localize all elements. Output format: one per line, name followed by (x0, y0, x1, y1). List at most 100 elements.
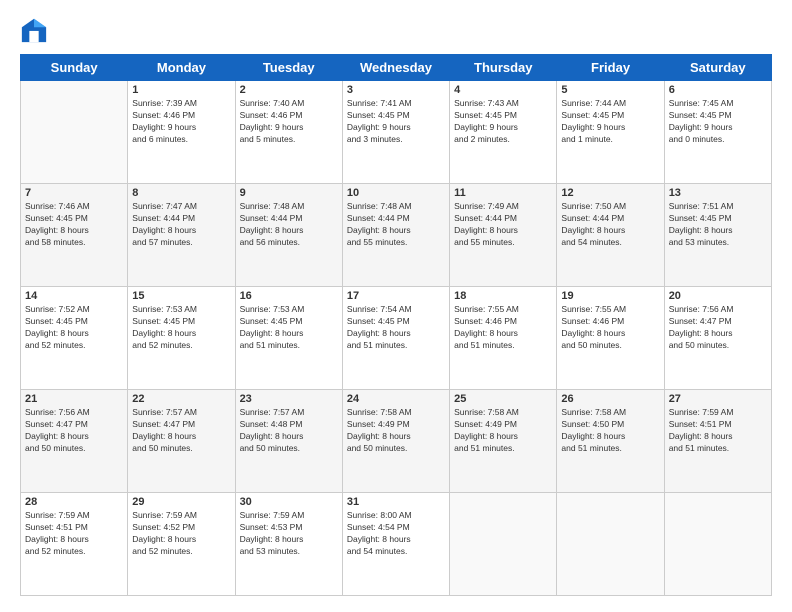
day-info: Sunrise: 7:56 AM Sunset: 4:47 PM Dayligh… (669, 304, 767, 352)
day-number: 1 (132, 84, 230, 96)
day-info: Sunrise: 8:00 AM Sunset: 4:54 PM Dayligh… (347, 510, 445, 558)
day-info: Sunrise: 7:41 AM Sunset: 4:45 PM Dayligh… (347, 98, 445, 146)
calendar-cell: 31 Sunrise: 8:00 AM Sunset: 4:54 PM Dayli… (342, 493, 449, 596)
calendar-table: SundayMondayTuesdayWednesdayThursdayFrid… (20, 54, 772, 596)
calendar-cell: 16Sunrise: 7:53 AM Sunset: 4:45 PM Dayli… (235, 287, 342, 390)
page: SundayMondayTuesdayWednesdayThursdayFrid… (0, 0, 792, 612)
day-info: Sunrise: 7:44 AM Sunset: 4:45 PM Dayligh… (561, 98, 659, 146)
calendar-cell: 29 Sunrise: 7:59 AM Sunset: 4:52 PM Dayli… (128, 493, 235, 596)
day-number: 22 (132, 393, 230, 405)
day-info: Sunrise: 7:59 AM Sunset: 4:51 PM Dayligh… (25, 510, 123, 558)
calendar-week-2: 7 Sunrise: 7:46 AM Sunset: 4:45 PM Daylig… (21, 184, 772, 287)
day-number: 15 (132, 290, 230, 302)
calendar-cell (21, 81, 128, 184)
calendar-cell: 20 Sunrise: 7:56 AM Sunset: 4:47 PM Dayli… (664, 287, 771, 390)
day-info: Sunrise: 7:39 AM Sunset: 4:46 PM Dayligh… (132, 98, 230, 146)
day-number: 27 (669, 393, 767, 405)
day-number: 2 (240, 84, 338, 96)
day-info: Sunrise: 7:51 AM Sunset: 4:45 PM Dayligh… (669, 201, 767, 249)
calendar-cell: 4Sunrise: 7:43 AM Sunset: 4:45 PM Daylig… (450, 81, 557, 184)
calendar-cell: 2 Sunrise: 7:40 AM Sunset: 4:46 PM Daylig… (235, 81, 342, 184)
calendar-cell: 18Sunrise: 7:55 AM Sunset: 4:46 PM Dayli… (450, 287, 557, 390)
day-info: Sunrise: 7:57 AM Sunset: 4:47 PM Dayligh… (132, 407, 230, 455)
calendar-cell: 15 Sunrise: 7:53 AM Sunset: 4:45 PM Dayli… (128, 287, 235, 390)
calendar-cell: 9 Sunrise: 7:48 AM Sunset: 4:44 PM Daylig… (235, 184, 342, 287)
calendar-cell: 13 Sunrise: 7:51 AM Sunset: 4:45 PM Dayli… (664, 184, 771, 287)
day-number: 5 (561, 84, 659, 96)
day-info: Sunrise: 7:48 AM Sunset: 4:44 PM Dayligh… (347, 201, 445, 249)
calendar-cell: 7 Sunrise: 7:46 AM Sunset: 4:45 PM Daylig… (21, 184, 128, 287)
weekday-header-wednesday: Wednesday (342, 55, 449, 81)
day-info: Sunrise: 7:45 AM Sunset: 4:45 PM Dayligh… (669, 98, 767, 146)
day-number: 28 (25, 496, 123, 508)
calendar-cell: 8 Sunrise: 7:47 AM Sunset: 4:44 PM Daylig… (128, 184, 235, 287)
calendar-cell: 12 Sunrise: 7:50 AM Sunset: 4:44 PM Dayli… (557, 184, 664, 287)
day-number: 20 (669, 290, 767, 302)
day-number: 3 (347, 84, 445, 96)
day-number: 19 (561, 290, 659, 302)
day-number: 8 (132, 187, 230, 199)
day-info: Sunrise: 7:59 AM Sunset: 4:52 PM Dayligh… (132, 510, 230, 558)
day-number: 9 (240, 187, 338, 199)
day-info: Sunrise: 7:58 AM Sunset: 4:50 PM Dayligh… (561, 407, 659, 455)
day-info: Sunrise: 7:59 AM Sunset: 4:53 PM Dayligh… (240, 510, 338, 558)
header (20, 16, 772, 44)
calendar-cell (664, 493, 771, 596)
day-number: 10 (347, 187, 445, 199)
day-info: Sunrise: 7:57 AM Sunset: 4:48 PM Dayligh… (240, 407, 338, 455)
day-info: Sunrise: 7:50 AM Sunset: 4:44 PM Dayligh… (561, 201, 659, 249)
calendar-cell (450, 493, 557, 596)
day-info: Sunrise: 7:49 AM Sunset: 4:44 PM Dayligh… (454, 201, 552, 249)
calendar-cell: 10 Sunrise: 7:48 AM Sunset: 4:44 PM Dayli… (342, 184, 449, 287)
calendar-cell: 14Sunrise: 7:52 AM Sunset: 4:45 PM Dayli… (21, 287, 128, 390)
day-number: 18 (454, 290, 552, 302)
day-info: Sunrise: 7:46 AM Sunset: 4:45 PM Dayligh… (25, 201, 123, 249)
day-info: Sunrise: 7:58 AM Sunset: 4:49 PM Dayligh… (454, 407, 552, 455)
day-number: 23 (240, 393, 338, 405)
day-number: 12 (561, 187, 659, 199)
calendar-cell: 25 Sunrise: 7:58 AM Sunset: 4:49 PM Dayli… (450, 390, 557, 493)
calendar-week-4: 21 Sunrise: 7:56 AM Sunset: 4:47 PM Dayli… (21, 390, 772, 493)
calendar-cell: 19 Sunrise: 7:55 AM Sunset: 4:46 PM Dayli… (557, 287, 664, 390)
weekday-header-row: SundayMondayTuesdayWednesdayThursdayFrid… (21, 55, 772, 81)
day-number: 13 (669, 187, 767, 199)
day-info: Sunrise: 7:53 AM Sunset: 4:45 PM Dayligh… (132, 304, 230, 352)
day-number: 26 (561, 393, 659, 405)
calendar-cell: 24Sunrise: 7:58 AM Sunset: 4:49 PM Dayli… (342, 390, 449, 493)
day-number: 31 (347, 496, 445, 508)
day-number: 17 (347, 290, 445, 302)
day-info: Sunrise: 7:47 AM Sunset: 4:44 PM Dayligh… (132, 201, 230, 249)
calendar-cell: 5 Sunrise: 7:44 AM Sunset: 4:45 PM Daylig… (557, 81, 664, 184)
weekday-header-thursday: Thursday (450, 55, 557, 81)
day-number: 7 (25, 187, 123, 199)
day-info: Sunrise: 7:55 AM Sunset: 4:46 PM Dayligh… (561, 304, 659, 352)
logo-icon (20, 16, 48, 44)
calendar-cell: 22 Sunrise: 7:57 AM Sunset: 4:47 PM Dayli… (128, 390, 235, 493)
day-number: 29 (132, 496, 230, 508)
day-number: 16 (240, 290, 338, 302)
logo (20, 16, 52, 44)
weekday-header-monday: Monday (128, 55, 235, 81)
weekday-header-sunday: Sunday (21, 55, 128, 81)
weekday-header-saturday: Saturday (664, 55, 771, 81)
calendar-cell: 26 Sunrise: 7:58 AM Sunset: 4:50 PM Dayli… (557, 390, 664, 493)
calendar-cell (557, 493, 664, 596)
calendar-cell: 1 Sunrise: 7:39 AM Sunset: 4:46 PM Daylig… (128, 81, 235, 184)
calendar-cell: 11Sunrise: 7:49 AM Sunset: 4:44 PM Dayli… (450, 184, 557, 287)
day-info: Sunrise: 7:54 AM Sunset: 4:45 PM Dayligh… (347, 304, 445, 352)
calendar-cell: 27Sunrise: 7:59 AM Sunset: 4:51 PM Dayli… (664, 390, 771, 493)
day-info: Sunrise: 7:48 AM Sunset: 4:44 PM Dayligh… (240, 201, 338, 249)
day-info: Sunrise: 7:40 AM Sunset: 4:46 PM Dayligh… (240, 98, 338, 146)
day-info: Sunrise: 7:56 AM Sunset: 4:47 PM Dayligh… (25, 407, 123, 455)
day-number: 25 (454, 393, 552, 405)
day-number: 24 (347, 393, 445, 405)
calendar-cell: 21 Sunrise: 7:56 AM Sunset: 4:47 PM Dayli… (21, 390, 128, 493)
calendar-week-3: 14Sunrise: 7:52 AM Sunset: 4:45 PM Dayli… (21, 287, 772, 390)
day-number: 21 (25, 393, 123, 405)
calendar-cell: 30Sunrise: 7:59 AM Sunset: 4:53 PM Dayli… (235, 493, 342, 596)
day-number: 6 (669, 84, 767, 96)
day-info: Sunrise: 7:43 AM Sunset: 4:45 PM Dayligh… (454, 98, 552, 146)
calendar-cell: 17 Sunrise: 7:54 AM Sunset: 4:45 PM Dayli… (342, 287, 449, 390)
day-info: Sunrise: 7:52 AM Sunset: 4:45 PM Dayligh… (25, 304, 123, 352)
calendar-cell: 6 Sunrise: 7:45 AM Sunset: 4:45 PM Daylig… (664, 81, 771, 184)
